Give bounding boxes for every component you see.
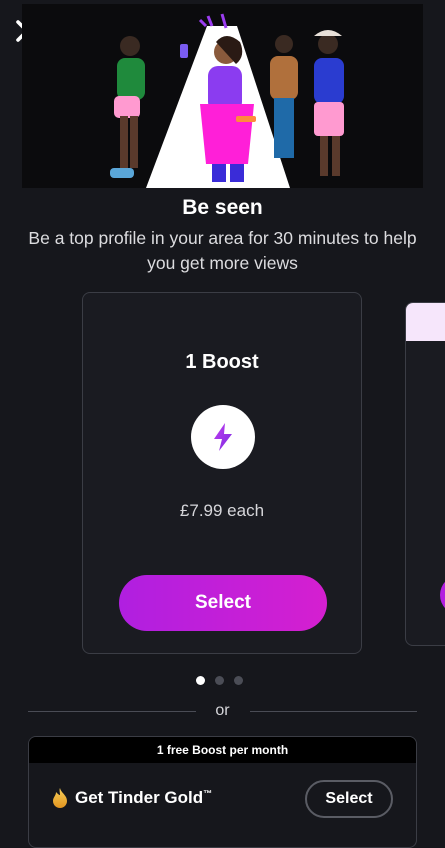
flame-icon xyxy=(53,788,67,808)
divider-line-right xyxy=(250,711,417,712)
boost-icon-badge xyxy=(191,405,255,469)
or-divider: or xyxy=(28,700,417,724)
gold-row: Get Tinder Gold™ xyxy=(51,787,212,809)
page-subtitle: Be a top profile in your area for 30 min… xyxy=(28,228,417,273)
card-title: 1 Boost xyxy=(185,351,259,373)
page-title: Be seen xyxy=(182,196,263,219)
select-boost-button[interactable]: Select xyxy=(119,575,327,631)
carousel-pagination xyxy=(196,676,243,685)
trademark-mark: ™ xyxy=(203,788,213,799)
next-card-preview[interactable] xyxy=(405,302,445,646)
page-dot-active[interactable] xyxy=(196,676,205,685)
gold-title: Get Tinder Gold™ xyxy=(75,788,212,808)
next-card-header xyxy=(406,303,445,341)
page-dot[interactable] xyxy=(234,676,243,685)
select-gold-button[interactable]: Select xyxy=(305,780,393,818)
next-card-select-button[interactable] xyxy=(440,575,445,615)
gold-banner: 1 free Boost per month xyxy=(29,737,416,763)
boost-option-card[interactable]: 1 Boost £7.99 each Select xyxy=(82,292,362,654)
gold-name: Get Tinder Gold xyxy=(75,788,204,807)
lightning-bolt-icon xyxy=(214,423,232,451)
price-label: £7.99 each xyxy=(179,501,265,520)
hero-illustration xyxy=(22,4,423,188)
gold-upsell-card[interactable]: 1 free Boost per month Get Tinder Gold™ … xyxy=(28,736,417,848)
page-dot[interactable] xyxy=(215,676,224,685)
